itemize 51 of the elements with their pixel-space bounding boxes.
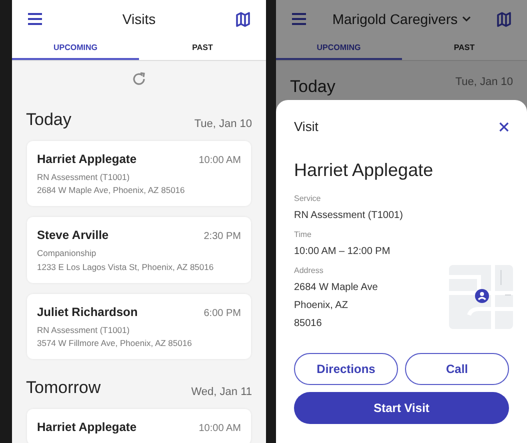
chevron-down-icon[interactable] bbox=[462, 16, 471, 22]
field-value: 85016 bbox=[294, 316, 323, 330]
map-icon[interactable] bbox=[497, 12, 511, 26]
client-name: Harriet Applegate bbox=[37, 150, 137, 168]
tab[interactable]: UPCOMING bbox=[276, 38, 402, 60]
section-heading: Today bbox=[290, 76, 336, 98]
visit-time: 2:30 PM bbox=[204, 230, 241, 244]
field-value: 2684 W Maple Ave bbox=[294, 280, 378, 294]
address-text: 2684 W Maple Ave, Phoenix, AZ 85016 bbox=[37, 184, 186, 197]
map-drawing[interactable] bbox=[449, 264, 513, 328]
visit-time: 10:00 AM bbox=[198, 422, 241, 436]
field-label: Service bbox=[294, 192, 322, 204]
service-text: Companionship bbox=[37, 247, 98, 260]
field-label: Time bbox=[294, 228, 312, 240]
visit-card[interactable]: Harriet Applegate 10:00 AM bbox=[27, 408, 251, 443]
address-text: 3574 W Fillmore Ave, Phoenix, AZ 85016 bbox=[37, 337, 193, 350]
visit-time: 6:00 PM bbox=[204, 306, 241, 320]
client-name: Harriet Applegate bbox=[294, 158, 434, 182]
start-button[interactable]: Start Visit bbox=[294, 392, 509, 424]
tab[interactable]: PAST bbox=[402, 38, 527, 60]
tab[interactable]: PAST bbox=[139, 38, 266, 60]
section-date: Tue, Jan 10 bbox=[194, 117, 252, 132]
section-date: Wed, Jan 11 bbox=[191, 385, 252, 400]
field-label: Address bbox=[294, 264, 324, 276]
visit-card[interactable]: Steve Arville 2:30 PM Companionship 1233 E Los Lagos Vista St, Phoenix, AZ 85016 bbox=[27, 217, 251, 282]
close-icon[interactable] bbox=[499, 122, 509, 132]
section-date: Tue, Jan 10 bbox=[455, 75, 513, 90]
service-text: RN Assessment (T1001) bbox=[37, 324, 131, 336]
screen-title: Marigold Caregivers bbox=[332, 10, 458, 29]
service-text: RN Assessment (T1001) bbox=[37, 170, 131, 184]
field-value: Phoenix, AZ bbox=[294, 298, 349, 312]
field-value: 10:00 AM – 12:00 PM bbox=[294, 244, 390, 258]
action-button[interactable]: Call bbox=[405, 352, 509, 384]
section-heading: Tomorrow bbox=[26, 377, 101, 399]
screen-title: Visits bbox=[122, 10, 156, 28]
visit-card[interactable]: Juliet Richardson 6:00 PM RN Assessment (T1001) 3574 W Fillmore Ave, Phoenix, AZ 85016 bbox=[27, 294, 251, 359]
action-button[interactable]: Directions bbox=[294, 352, 398, 384]
menu-icon[interactable] bbox=[292, 12, 306, 26]
client-name: Juliet Richardson bbox=[37, 304, 138, 320]
visit-time: 10:00 AM bbox=[198, 154, 241, 168]
visit-card[interactable]: Harriet Applegate 10:00 AM RN Assessment (T1001) 2684 W Maple Ave, Phoenix, AZ 85016 bbox=[27, 140, 251, 206]
menu-icon[interactable] bbox=[28, 12, 42, 26]
section-heading: Today bbox=[26, 109, 72, 131]
field-value: RN Assessment (T1001) bbox=[294, 208, 403, 222]
client-name: Harriet Applegate bbox=[37, 418, 137, 436]
refresh-icon[interactable] bbox=[131, 71, 147, 87]
tab[interactable]: UPCOMING bbox=[12, 38, 139, 60]
map-icon[interactable] bbox=[236, 12, 250, 26]
address-text: 1233 E Los Lagos Vista St, Phoenix, AZ 85016 bbox=[37, 260, 215, 274]
client-name: Steve Arville bbox=[37, 227, 109, 244]
sheet-title: Visit bbox=[294, 118, 318, 136]
